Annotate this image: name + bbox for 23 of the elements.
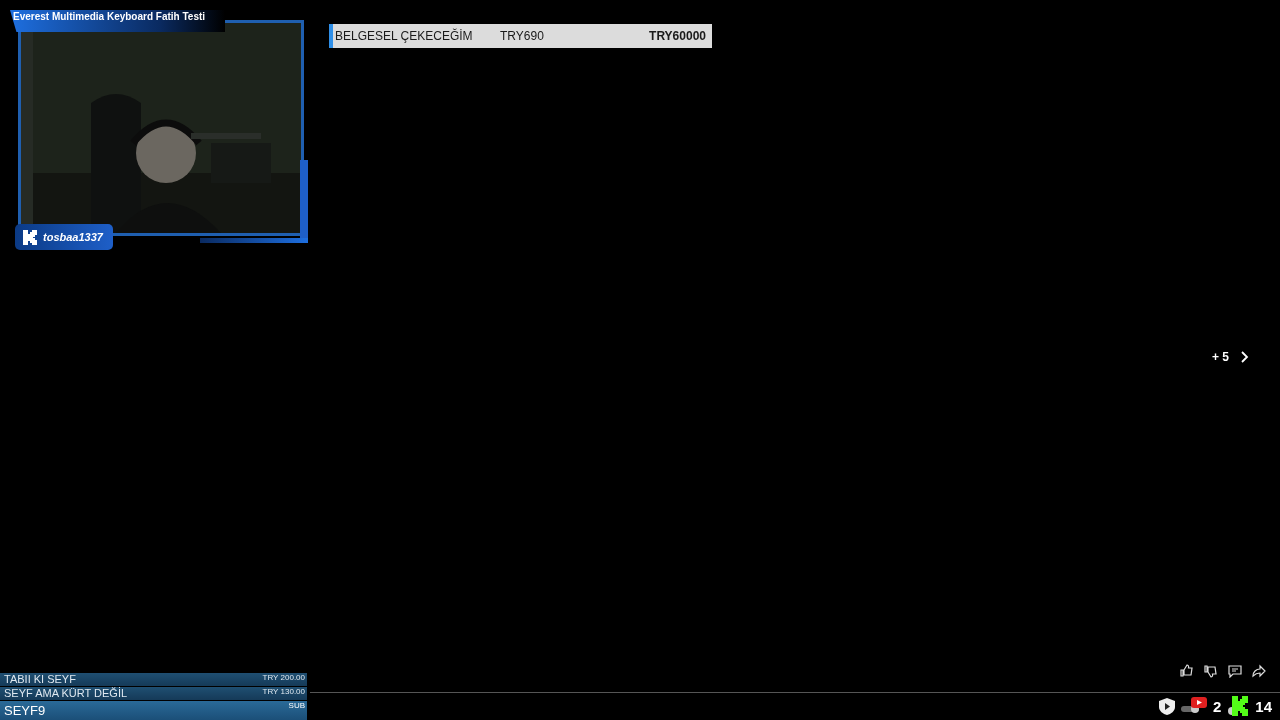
alert-name: SEYF AMA KÜRT DEĞİL xyxy=(4,687,128,700)
shield-play-icon[interactable] xyxy=(1158,697,1175,715)
alert-amount: TRY 130.00 xyxy=(262,687,305,697)
goal-target-amount: TRY60000 xyxy=(649,29,706,43)
thumbs-down-icon[interactable] xyxy=(1204,664,1218,678)
username: tosbaa1337 xyxy=(43,231,103,243)
alert-name: SEYF9 xyxy=(4,702,46,720)
youtube-toggle-icon[interactable] xyxy=(1180,697,1207,715)
chevron-right-icon[interactable] xyxy=(1241,351,1249,363)
alert-type: SUB xyxy=(288,701,305,711)
stream-title: Everest Multimedia Keyboard Fatih Testi xyxy=(10,10,225,32)
alert-amount: TRY 200.00 xyxy=(262,673,305,683)
alert-name: TABII KI SEYF xyxy=(4,673,76,686)
notification-count: 2 xyxy=(1212,697,1222,715)
goal-current-amount: TRY690 xyxy=(500,29,545,43)
thumbs-up-icon[interactable] xyxy=(1180,664,1194,678)
goal-label: BELGESEL ÇEKECEĞİM xyxy=(335,29,474,43)
k-logo-icon[interactable] xyxy=(1227,696,1250,716)
share-icon[interactable] xyxy=(1252,664,1266,678)
k-logo-icon xyxy=(23,229,37,245)
comment-icon[interactable] xyxy=(1228,664,1242,678)
follower-count: 14 xyxy=(1255,697,1272,715)
more-count: + 5 xyxy=(1212,350,1229,364)
